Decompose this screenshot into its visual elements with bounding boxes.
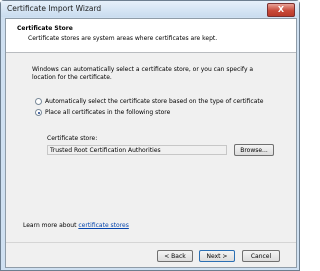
radio-automatic-label[interactable]: Automatically select the certificate sto… (45, 98, 263, 105)
radio-automatic-icon[interactable] (35, 98, 42, 105)
learn-more-prefix: Learn more about (23, 222, 79, 229)
radio-place-all-icon[interactable] (35, 109, 42, 116)
back-button[interactable]: < Back (157, 250, 193, 262)
radio-place-all-label[interactable]: Place all certificates in the following … (45, 109, 170, 116)
footer-divider (6, 242, 296, 243)
close-icon: X (277, 5, 285, 14)
next-button[interactable]: Next > (199, 250, 235, 262)
page-title: Certificate Store (17, 25, 73, 32)
cancel-button[interactable]: Cancel (242, 250, 280, 262)
wizard-header: Certificate Store Certificate stores are… (6, 19, 296, 53)
title-bar[interactable]: Certificate Import Wizard X (1, 1, 299, 17)
certificate-stores-link[interactable]: certificate stores (78, 222, 128, 229)
wizard-page: Certificate Store Certificate stores are… (5, 18, 297, 268)
window-title: Certificate Import Wizard (7, 4, 102, 13)
certificate-store-label: Certificate store: (47, 135, 98, 142)
learn-more-text: Learn more about certificate stores (23, 222, 129, 229)
browse-button[interactable]: Browse... (234, 144, 274, 156)
wizard-window: Certificate Import Wizard X Certificate … (0, 0, 300, 271)
page-subtitle: Certificate stores are system areas wher… (28, 35, 218, 42)
intro-text: Windows can automatically select a certi… (32, 66, 254, 81)
certificate-store-field: Trusted Root Certification Authorities (47, 145, 227, 155)
radio-automatic[interactable]: Automatically select the certificate sto… (35, 98, 263, 105)
close-button[interactable]: X (267, 3, 295, 17)
radio-place-all[interactable]: Place all certificates in the following … (35, 109, 170, 116)
